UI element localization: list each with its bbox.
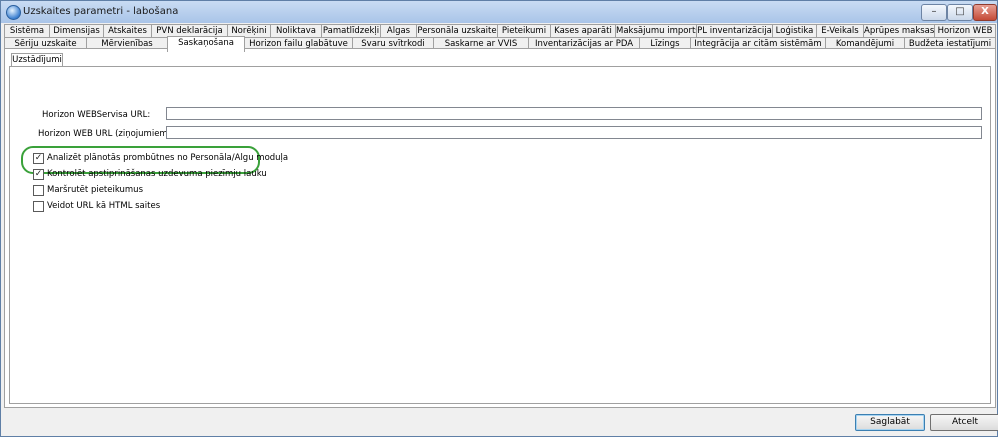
- checkbox-label: Maršrutēt pieteikumus: [47, 185, 143, 195]
- saskanosana-panel: Uzstādījumi: [4, 48, 996, 408]
- web-url-input[interactable]: [166, 126, 982, 139]
- tab-logistika[interactable]: Loģistika: [772, 24, 817, 38]
- checkbox-box[interactable]: [33, 201, 44, 212]
- tab-e-veikals[interactable]: E-Veikals: [816, 24, 864, 38]
- checkbox-check-icon[interactable]: ✓: [33, 153, 44, 164]
- tab-atskaites[interactable]: Atskaites: [103, 24, 152, 38]
- checkbox-check-icon[interactable]: ✓: [33, 169, 44, 180]
- checkbox-label: Analizēt plānotās prombūtnes no Personāl…: [47, 153, 289, 163]
- save-button[interactable]: Saglabāt: [855, 414, 925, 431]
- web-url-label: Horizon WEB URL (ziņojumiem):: [38, 129, 174, 139]
- close-button[interactable]: X: [973, 4, 997, 21]
- tab-pl-inventarizacija[interactable]: PL inventarizācija: [696, 24, 773, 38]
- webservice-url-label: Horizon WEBServisa URL:: [42, 110, 151, 120]
- tab-aprupes-maksas[interactable]: Aprūpes maksas: [863, 24, 935, 38]
- maximize-button[interactable]: □: [947, 4, 973, 21]
- subtab-uzstadijumi[interactable]: Uzstādījumi: [11, 53, 63, 66]
- tab-algas[interactable]: Algas: [380, 24, 417, 38]
- webservice-url-input[interactable]: [166, 107, 982, 120]
- tab-noliktava[interactable]: Noliktava: [270, 24, 322, 38]
- cancel-button[interactable]: Atcelt: [930, 414, 998, 431]
- tab-saskanosana[interactable]: Saskaņošana: [167, 36, 245, 52]
- minimize-button[interactable]: –: [921, 4, 947, 21]
- checkbox-label: Veidot URL kā HTML saites: [47, 201, 161, 211]
- checkbox-label: Kontrolēt apstiprināšanas uzdevuma piezī…: [47, 169, 267, 179]
- window-title: Uzskaites parametri - labošana: [23, 6, 179, 17]
- tab-sistema[interactable]: Sistēma: [4, 24, 50, 38]
- tab-pamatlidzekli[interactable]: Pamatlīdzekļi: [321, 24, 381, 38]
- app-globe-icon: [6, 5, 21, 20]
- parameters-window: Uzskaites parametri - labošana – □ X Sis…: [0, 0, 998, 437]
- tab-personala-uzskaite[interactable]: Personāla uzskaite: [416, 24, 498, 38]
- tab-kases-aparati[interactable]: Kases aparāti: [550, 24, 616, 38]
- title-bar[interactable]: Uzskaites parametri - labošana – □ X: [1, 1, 997, 23]
- tab-dimensijas[interactable]: Dimensijas: [49, 24, 104, 38]
- tab-horizon-web[interactable]: Horizon WEB: [934, 24, 996, 38]
- checkbox-box[interactable]: [33, 185, 44, 196]
- tab-maksajumu-imports[interactable]: Maksājumu imports: [615, 24, 697, 38]
- tab-pieteikumi[interactable]: Pieteikumi: [497, 24, 551, 38]
